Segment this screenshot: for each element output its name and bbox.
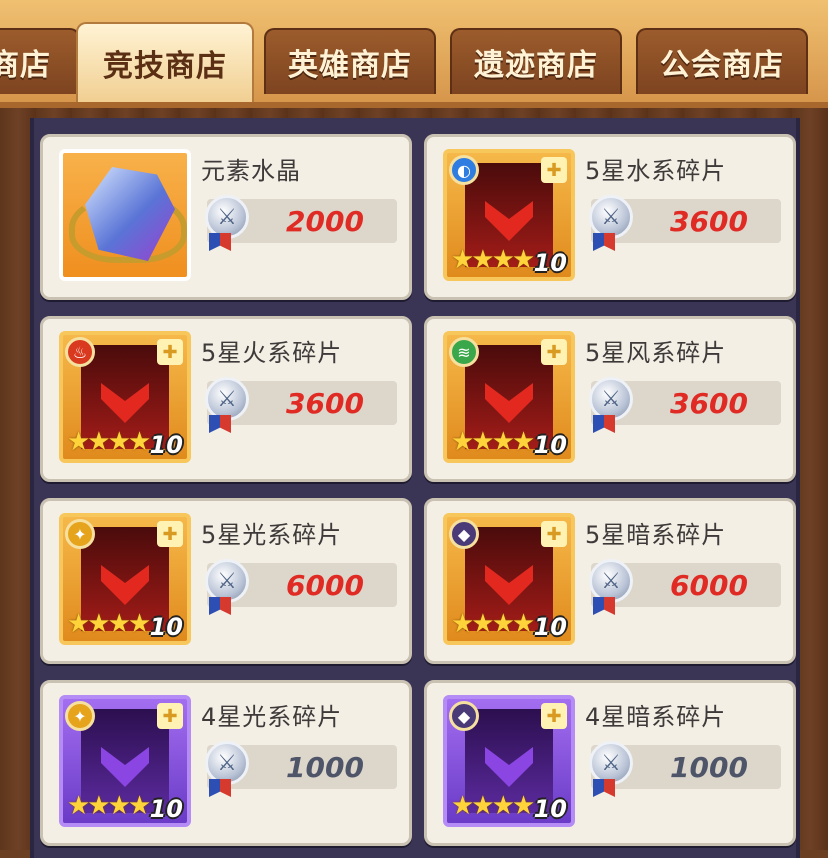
arena-medal-icon: ⚔ [205,741,249,785]
item-thumbnail: ≋ ✚ ★★★★ 10 [443,331,575,463]
light-element-icon: ✦ [65,701,95,731]
puzzle-piece-icon: ✚ [541,703,567,729]
shard-count: 10 [533,249,567,277]
shop-item-card[interactable]: ◆ ✚ ★★★★ 10 5星暗系碎片 ⚔ 6000 [424,498,796,664]
arena-medal-icon: ⚔ [589,741,633,785]
item-thumbnail: ✦ ✚ ★★★★ 10 [59,513,191,645]
item-price: 1000 [286,750,364,784]
item-thumbnail: ♨ ✚ ★★★★ 10 [59,331,191,463]
shop-item-card[interactable]: ◐ ✚ ★★★★ 10 5星水系碎片 ⚔ 3600 [424,134,796,300]
item-thumbnail: ✦ ✚ ★★★★ 10 [59,695,191,827]
item-price: 2000 [286,204,364,238]
tab-label: 遗迹商店 [474,48,598,83]
medal-ribbon-icon [593,233,615,251]
shard-count: 10 [533,613,567,641]
shard-count: 10 [149,431,183,459]
medal-ribbon-icon [209,597,231,615]
water-element-icon: ◐ [449,155,479,185]
star-rating: ★★★★ [67,791,151,821]
item-price: 3600 [670,386,748,420]
shard-count: 10 [533,431,567,459]
tab-label: 商店 [0,48,51,83]
item-name: 4星光系碎片 [201,703,343,731]
arena-medal-icon: ⚔ [205,559,249,603]
tab-relic-shop[interactable]: 遗迹商店 [450,28,622,94]
shop-item-card[interactable]: ♨ ✚ ★★★★ 10 5星火系碎片 ⚔ 3600 [40,316,412,482]
tab-label: 公会商店 [660,48,784,83]
tab-shop-partial[interactable]: 商店 [0,28,80,94]
star-rating: ★★★★ [451,427,535,457]
medal-ribbon-icon [209,779,231,797]
item-name: 5星光系碎片 [201,521,343,549]
arena-medal-icon: ⚔ [589,559,633,603]
star-rating: ★★★★ [67,609,151,639]
medal-ribbon-icon [209,415,231,433]
item-thumbnail: ◆ ✚ ★★★★ 10 [443,695,575,827]
shop-item-card[interactable]: ≋ ✚ ★★★★ 10 5星风系碎片 ⚔ 3600 [424,316,796,482]
arena-medal-icon: ⚔ [205,377,249,421]
shop-item-card[interactable]: 元素水晶 ⚔ 2000 [40,134,412,300]
medal-ribbon-icon [593,415,615,433]
tab-label: 英雄商店 [288,48,412,83]
dark-element-icon: ◆ [449,519,479,549]
puzzle-piece-icon: ✚ [541,339,567,365]
arena-medal-icon: ⚔ [589,377,633,421]
puzzle-piece-icon: ✚ [541,157,567,183]
item-price: 3600 [670,204,748,238]
star-rating: ★★★★ [451,609,535,639]
star-rating: ★★★★ [67,427,151,457]
item-price: 1000 [670,750,748,784]
item-price: 6000 [670,568,748,602]
item-price: 3600 [286,386,364,420]
shard-count: 10 [149,613,183,641]
tab-arena-shop[interactable]: 竞技商店 [76,22,254,102]
shop-item-card[interactable]: ◆ ✚ ★★★★ 10 4星暗系碎片 ⚔ 1000 [424,680,796,846]
medal-ribbon-icon [209,233,231,251]
wind-element-icon: ≋ [449,337,479,367]
item-name: 4星暗系碎片 [585,703,727,731]
shard-count: 10 [533,795,567,823]
item-name: 元素水晶 [201,157,301,185]
dark-element-icon: ◆ [449,701,479,731]
light-element-icon: ✦ [65,519,95,549]
tab-guild-shop[interactable]: 公会商店 [636,28,808,94]
item-thumbnail [59,149,191,281]
medal-ribbon-icon [593,597,615,615]
shop-item-panel: 元素水晶 ⚔ 2000 ◐ ✚ ★★★★ 10 5星水系碎片 ⚔ 3600 ♨ … [30,118,800,858]
item-thumbnail: ◆ ✚ ★★★★ 10 [443,513,575,645]
shop-item-card[interactable]: ✦ ✚ ★★★★ 10 5星光系碎片 ⚔ 6000 [40,498,412,664]
arena-medal-icon: ⚔ [589,195,633,239]
fire-element-icon: ♨ [65,337,95,367]
puzzle-piece-icon: ✚ [541,521,567,547]
arena-medal-icon: ⚔ [205,195,249,239]
tab-hero-shop[interactable]: 英雄商店 [264,28,436,94]
star-rating: ★★★★ [451,791,535,821]
shop-item-card[interactable]: ✦ ✚ ★★★★ 10 4星光系碎片 ⚔ 1000 [40,680,412,846]
item-price: 6000 [286,568,364,602]
puzzle-piece-icon: ✚ [157,521,183,547]
tab-label: 竞技商店 [103,49,227,84]
puzzle-piece-icon: ✚ [157,703,183,729]
item-name: 5星火系碎片 [201,339,343,367]
medal-ribbon-icon [593,779,615,797]
puzzle-piece-icon: ✚ [157,339,183,365]
item-name: 5星暗系碎片 [585,521,727,549]
item-thumbnail: ◐ ✚ ★★★★ 10 [443,149,575,281]
shard-count: 10 [149,795,183,823]
item-name: 5星水系碎片 [585,157,727,185]
shop-tab-bar: 商店 英雄商店 遗迹商店 公会商店 竞技商店 [0,0,828,108]
item-name: 5星风系碎片 [585,339,727,367]
star-rating: ★★★★ [451,245,535,275]
